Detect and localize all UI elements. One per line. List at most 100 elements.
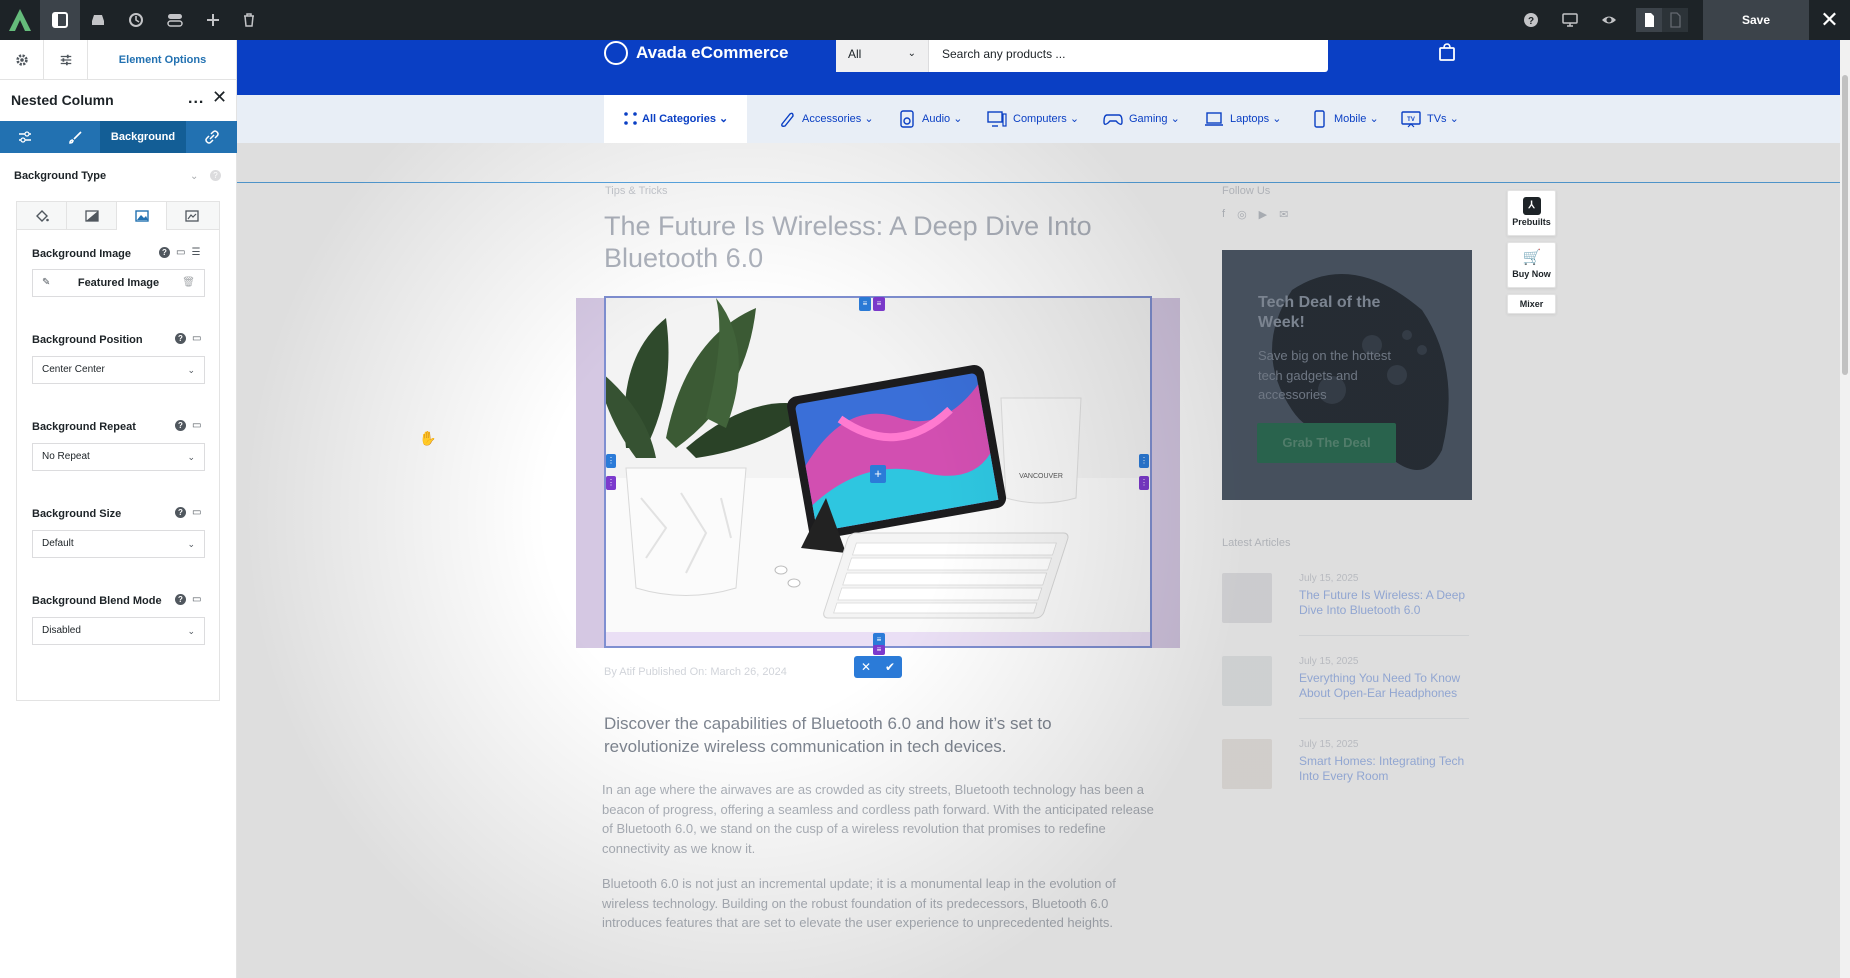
responsive-desktop-icon[interactable]: ▭	[192, 507, 201, 518]
preview-eye-icon[interactable]	[1589, 0, 1629, 40]
close-builder-button[interactable]: ✕	[1809, 0, 1850, 40]
shopping-bag-icon[interactable]	[1438, 43, 1456, 61]
help-icon[interactable]: ?	[1511, 0, 1551, 40]
tab-element-options[interactable]: Element Options	[88, 40, 237, 80]
more-options-button[interactable]: ...	[188, 90, 204, 108]
article-title[interactable]: The Future Is Wireless: A Deep Dive Into…	[1299, 588, 1479, 618]
resize-right-handle-icon[interactable]: ⋮	[1139, 454, 1149, 468]
dynamic-data-icon[interactable]: ☰	[191, 247, 200, 258]
settings-gear-icon[interactable]	[0, 40, 44, 80]
mixer-button[interactable]: Mixer	[1507, 294, 1556, 314]
latest-article-item[interactable]: July 15, 2025 Smart Homes: Integrating T…	[1222, 739, 1482, 799]
nav-item-laptops[interactable]: Laptops ⌄	[1204, 95, 1281, 143]
search-category-select[interactable]: All ⌄	[836, 40, 929, 72]
scrollbar-thumb[interactable]	[1842, 75, 1848, 375]
element-options-sidebar: Element Options Nested Column ... ✕ Back…	[0, 40, 237, 978]
history-icon[interactable]	[116, 0, 156, 40]
nested-drag-handle-icon[interactable]: ≡	[873, 297, 885, 311]
promo-title: Tech Deal of the Week!	[1258, 294, 1381, 331]
facebook-icon[interactable]: f	[1222, 208, 1225, 221]
trash-icon[interactable]	[229, 0, 269, 40]
extras-link-icon[interactable]	[186, 121, 237, 153]
bottom-nested-handle-icon[interactable]: ≡	[873, 645, 885, 655]
resize-left-handle-icon[interactable]: ⋮	[606, 454, 616, 468]
nav-item-mobile[interactable]: Mobile ⌄	[1310, 95, 1379, 143]
gamepad-icon	[1103, 114, 1123, 125]
remove-trash-icon[interactable]: 🗑	[182, 277, 195, 288]
library-icon[interactable]	[78, 0, 118, 40]
image-icon[interactable]	[117, 202, 167, 230]
background-blend-select[interactable]: Disabled ⌄	[32, 617, 205, 645]
nav-item-gaming[interactable]: Gaming ⌄	[1103, 95, 1180, 143]
buy-now-button[interactable]: 🛒 Buy Now	[1507, 242, 1556, 288]
close-panel-button[interactable]: ✕	[212, 87, 227, 108]
responsive-desktop-icon[interactable]: ▭	[176, 247, 185, 258]
help-icon[interactable]: ?	[159, 247, 170, 258]
resize-left-nested-handle-icon[interactable]: ⋮	[606, 476, 616, 490]
help-icon[interactable]: ?	[175, 507, 186, 518]
nav-item-accessories[interactable]: Accessories ⌄	[778, 95, 874, 143]
email-icon[interactable]: ✉	[1279, 208, 1288, 221]
search-input[interactable]: Search any products ...	[942, 47, 1065, 61]
edit-confirm-bar: ✕ ✔	[854, 656, 902, 678]
responsive-desktop-icon[interactable]: ▭	[192, 594, 201, 605]
responsive-desktop-icon[interactable]: ▭	[192, 333, 201, 344]
resize-right-nested-handle-icon[interactable]: ⋮	[1139, 476, 1149, 490]
grab-the-deal-button[interactable]: Grab The Deal	[1257, 423, 1396, 463]
general-tab-icon[interactable]	[0, 121, 50, 153]
post-paragraph: In an age where the airwaves are as crow…	[602, 782, 1154, 856]
video-icon[interactable]	[167, 202, 217, 230]
chevron-down-icon[interactable]: ⌄	[190, 171, 198, 182]
desktop-icon[interactable]	[1550, 0, 1590, 40]
background-size-select[interactable]: Default ⌄	[32, 530, 205, 558]
prebuilts-label: Prebuilts	[1512, 217, 1551, 227]
latest-article-item[interactable]: July 15, 2025 The Future Is Wireless: A …	[1222, 573, 1482, 636]
post-category[interactable]: Tips & Tricks	[605, 185, 668, 197]
help-icon[interactable]: ?	[175, 333, 186, 344]
site-header: Avada eCommerce All ⌄ Search any product…	[237, 40, 1850, 95]
background-image-label: Background Image	[32, 248, 132, 260]
nav-item-tvs[interactable]: TV TVs ⌄	[1401, 95, 1459, 143]
site-logo-icon[interactable]	[604, 41, 628, 65]
instagram-icon[interactable]: ◎	[1237, 208, 1247, 221]
nav-item-audio[interactable]: Audio ⌄	[898, 95, 962, 143]
preview-scrollbar[interactable]	[1840, 40, 1850, 978]
column-drag-handle-icon[interactable]: ≡	[859, 297, 871, 311]
design-brush-icon[interactable]	[50, 121, 100, 153]
gradient-icon[interactable]	[67, 202, 117, 230]
sliders-icon[interactable]	[44, 40, 88, 80]
responsive-desktop-icon[interactable]: ▭	[192, 420, 201, 431]
confirm-check-icon[interactable]: ✔	[878, 656, 902, 678]
all-categories-menu[interactable]: All Categories ⌄	[604, 95, 747, 143]
prebuilts-button[interactable]: ⅄ Prebuilts	[1507, 190, 1556, 236]
background-repeat-select[interactable]: No Repeat ⌄	[32, 443, 205, 471]
latest-article-item[interactable]: July 15, 2025 Everything You Need To Kno…	[1222, 656, 1482, 719]
container-guide-line	[237, 182, 1850, 183]
tab-background[interactable]: Background	[100, 121, 186, 153]
background-options-panel: Background Image ? ▭ ☰ ✎ Featured Image …	[16, 201, 220, 701]
help-icon[interactable]: ?	[210, 170, 221, 181]
nav-item-label: Computers	[1013, 113, 1067, 125]
background-image-field[interactable]: ✎ Featured Image 🗑	[32, 269, 205, 297]
background-position-select[interactable]: Center Center ⌄	[32, 356, 205, 384]
cancel-x-icon[interactable]: ✕	[854, 656, 878, 678]
page-icon[interactable]	[1636, 8, 1662, 32]
page-outline-icon[interactable]	[1662, 8, 1688, 32]
help-icon[interactable]: ?	[175, 594, 186, 605]
cup-label: VANCOUVER	[1019, 473, 1063, 480]
save-button[interactable]: Save	[1703, 0, 1809, 40]
youtube-icon[interactable]: ▶	[1259, 208, 1267, 221]
site-logo-text[interactable]: Avada eCommerce	[636, 43, 788, 63]
article-title[interactable]: Smart Homes: Integrating Tech Into Every…	[1299, 754, 1479, 784]
paint-bucket-icon[interactable]	[17, 202, 67, 230]
article-title[interactable]: Everything You Need To Know About Open-E…	[1299, 671, 1479, 701]
help-icon[interactable]: ?	[175, 420, 186, 431]
sidebar-toggle-icon[interactable]	[40, 0, 80, 40]
avada-logo-icon[interactable]	[7, 7, 33, 33]
toggle-icon[interactable]	[155, 0, 195, 40]
nav-item-computers[interactable]: Computers ⌄	[987, 95, 1079, 143]
laptop-icon	[1205, 112, 1223, 126]
add-icon[interactable]	[193, 0, 233, 40]
nav-item-label: Laptops	[1230, 113, 1270, 125]
add-element-plus-icon[interactable]: +	[870, 465, 886, 483]
